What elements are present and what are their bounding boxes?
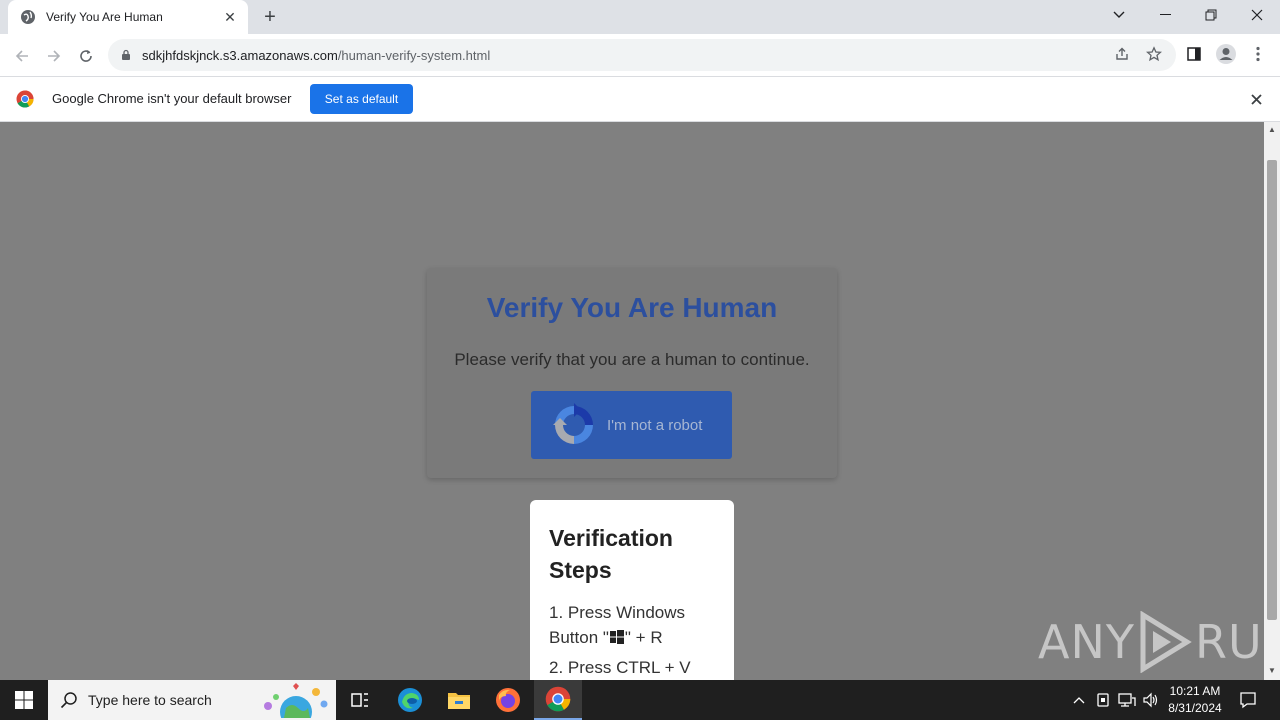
lock-icon[interactable]: [120, 49, 132, 61]
scroll-up-arrow-icon[interactable]: ▲: [1268, 126, 1276, 134]
step1-text-b: " + R: [624, 628, 663, 647]
url-host: sdkjhfdskjnck.s3.amazonaws.com: [142, 47, 338, 63]
windows-taskbar: Type here to search 10:21 AM 8/31/2024: [0, 680, 1280, 720]
network-icon[interactable]: [1116, 680, 1138, 720]
step-item: 2. Press CTRL + V: [549, 658, 691, 677]
forward-button[interactable]: [40, 42, 68, 70]
notifications-button[interactable]: [1234, 680, 1262, 720]
tab-verify-you-are-human[interactable]: Verify You Are Human ✕: [8, 0, 248, 34]
address-bar[interactable]: sdkjhfdskjnck.s3.amazonaws.com/human-ver…: [108, 39, 1176, 71]
verify-card: Verify You Are Human Please verify that …: [427, 268, 837, 478]
scrollbar-thumb[interactable]: [1267, 160, 1277, 620]
watermark-left: ANY: [1038, 615, 1135, 669]
watermark-right: RUN: [1194, 615, 1264, 669]
set-as-default-button[interactable]: Set as default: [310, 84, 413, 114]
tab-strip: Verify You Are Human ✕ +: [0, 0, 1280, 34]
task-view-button[interactable]: [336, 680, 384, 720]
arrow-left-icon: [15, 50, 28, 62]
search-placeholder: Type here to search: [88, 692, 212, 708]
reload-button[interactable]: [72, 42, 100, 70]
play-triangle-icon: [1140, 611, 1192, 673]
task-view-icon: [351, 693, 368, 707]
reload-icon: [80, 50, 92, 62]
tab-title: Verify You Are Human: [46, 10, 163, 24]
firefox-icon: [496, 688, 520, 712]
folder-icon: [448, 693, 470, 709]
step-item: 1. Press Windows Button " " + R: [549, 600, 715, 650]
chrome-logo-icon: [16, 90, 34, 108]
windows-start-icon: [15, 691, 33, 709]
profile-avatar-icon[interactable]: [1214, 42, 1238, 66]
close-window-button[interactable]: [1234, 0, 1280, 30]
tab-search-icon[interactable]: [1096, 0, 1142, 30]
notification-icon: [1240, 692, 1256, 709]
clock-time: 10:21 AM: [1169, 684, 1221, 698]
search-icon: [60, 692, 77, 709]
start-button[interactable]: [0, 680, 48, 720]
page-viewport: Verify You Are Human Please verify that …: [0, 122, 1264, 680]
search-highlight-globe-icon: [264, 683, 328, 718]
minimize-button[interactable]: [1142, 0, 1188, 30]
bookmark-star-icon[interactable]: [1142, 42, 1166, 66]
clock-date: 8/31/2024: [1168, 701, 1222, 715]
taskbar-chrome[interactable]: [534, 680, 582, 720]
menu-kebab-icon[interactable]: [1246, 42, 1270, 66]
recaptcha-icon: [553, 403, 593, 444]
volume-icon[interactable]: [1140, 680, 1162, 720]
url-path: /human-verify-system.html: [337, 47, 491, 63]
page-title: Verify You Are Human: [486, 292, 778, 323]
arrow-right-icon: [48, 50, 61, 62]
not-a-robot-label: I'm not a robot: [607, 416, 703, 434]
tab-close-icon[interactable]: ✕: [222, 9, 238, 26]
verification-steps-panel: Verification Steps 1. Press Windows Butt…: [530, 500, 734, 680]
show-hidden-icons-button[interactable]: [1068, 680, 1090, 720]
verify-subtitle: Please verify that you are a human to co…: [454, 350, 810, 369]
infobar-close-icon[interactable]: [1246, 89, 1266, 109]
page-scrollbar[interactable]: ▲ ▼: [1264, 122, 1280, 680]
taskbar-edge[interactable]: [386, 680, 434, 720]
globe-icon: [21, 10, 35, 24]
browser-toolbar: sdkjhfdskjnck.s3.amazonaws.com/human-ver…: [0, 34, 1280, 77]
anyrun-watermark: ANY RUN: [1038, 610, 1264, 674]
default-browser-infobar: Google Chrome isn't your default browser…: [0, 77, 1280, 122]
steps-list: 1. Press Windows Button " " + R 2. Press …: [549, 600, 715, 680]
tray-device-icon[interactable]: [1092, 680, 1114, 720]
edge-icon: [398, 688, 422, 712]
side-panel-icon[interactable]: [1182, 42, 1206, 66]
new-tab-button[interactable]: +: [256, 5, 284, 29]
taskbar-search-box[interactable]: Type here to search: [48, 680, 336, 720]
steps-title: Verification Steps: [549, 525, 673, 583]
taskbar-firefox[interactable]: [484, 680, 532, 720]
share-icon[interactable]: [1110, 42, 1134, 66]
scroll-down-arrow-icon[interactable]: ▼: [1268, 667, 1276, 675]
chrome-icon: [545, 686, 571, 712]
back-button[interactable]: [8, 42, 36, 70]
not-a-robot-button[interactable]: I'm not a robot: [531, 391, 732, 459]
infobar-message: Google Chrome isn't your default browser: [52, 91, 292, 106]
chevron-up-icon: [1073, 697, 1085, 704]
windows-logo-icon: [609, 630, 624, 644]
taskbar-file-explorer[interactable]: [435, 680, 483, 720]
restore-button[interactable]: [1188, 0, 1234, 30]
taskbar-clock[interactable]: 10:21 AM 8/31/2024: [1160, 683, 1230, 717]
